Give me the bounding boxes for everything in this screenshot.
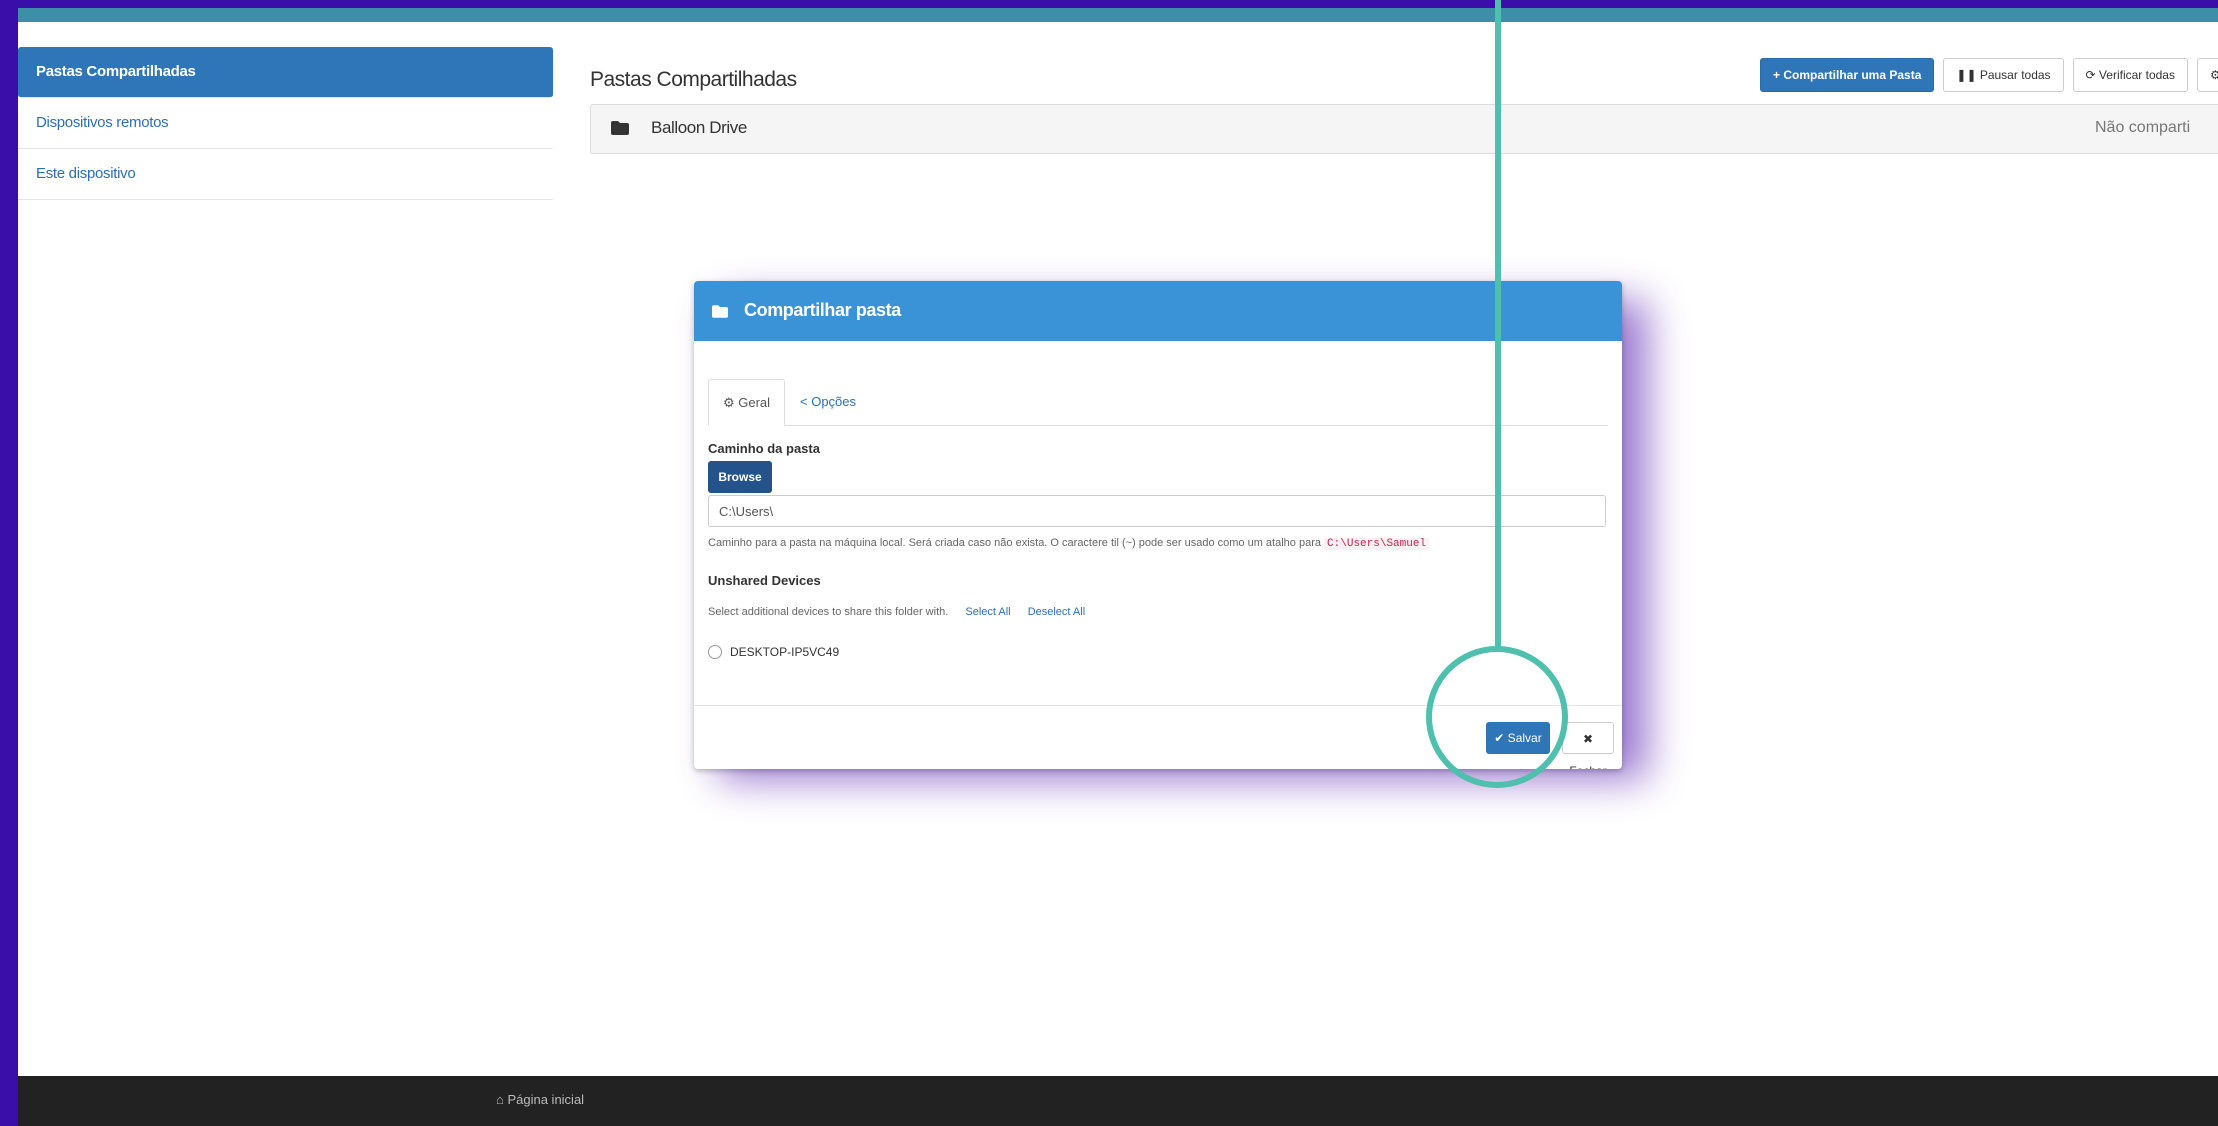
tab-options[interactable]: < Opções [800, 379, 856, 424]
folder-icon [611, 121, 629, 140]
home-link[interactable]: ⌂ Página inicial [496, 1092, 584, 1107]
folder-path-input[interactable] [708, 495, 1606, 527]
sidebar-item-this-device[interactable]: Este dispositivo [18, 149, 553, 200]
dialog-tabs: ⚙ Geral < Opções [708, 379, 1608, 426]
tab-general[interactable]: ⚙ Geral [708, 379, 785, 426]
toolbar: + Compartilhar uma Pasta ❚❚ Pausar todas… [1760, 58, 2218, 92]
annotation-line [1495, 0, 1501, 650]
browse-button[interactable]: Browse [708, 461, 772, 493]
annotation-circle [1426, 646, 1568, 788]
dialog-header: Compartilhar pasta [694, 281, 1622, 341]
verify-all-button[interactable]: ⟳ Verificar todas [2072, 58, 2188, 92]
folder-path-help-code: C:\Users\Samuel [1324, 538, 1430, 550]
folder-path-help: Caminho para a pasta na máquina local. S… [708, 537, 1430, 550]
sidebar: Pastas Compartilhadas Dispositivos remot… [18, 47, 553, 200]
device-name: DESKTOP-IP5VC49 [730, 645, 840, 659]
select-all-link[interactable]: Select All [965, 606, 1010, 618]
folder-name: Balloon Drive [651, 118, 747, 137]
close-button[interactable]: ✖ Fechar [1562, 722, 1614, 769]
folder-path-help-text: Caminho para a pasta na máquina local. S… [708, 537, 1321, 549]
dialog-title: Compartilhar pasta [744, 300, 901, 320]
unshared-devices-label: Unshared Devices [708, 573, 821, 588]
more-button[interactable]: ⚙ Re [2196, 58, 2218, 92]
sidebar-item-shared-folders[interactable]: Pastas Compartilhadas [18, 47, 553, 98]
page-footer: ⌂ Página inicial [18, 1076, 2218, 1126]
sidebar-item-remote-devices[interactable]: Dispositivos remotos [18, 98, 553, 149]
device-checkbox-row[interactable]: DESKTOP-IP5VC49 [708, 645, 839, 659]
deselect-all-link[interactable]: Deselect All [1028, 606, 1085, 618]
select-devices-help: Select additional devices to share this … [708, 606, 1085, 618]
select-devices-help-text: Select additional devices to share this … [708, 606, 949, 618]
folder-row[interactable]: Balloon Drive Não comparti [590, 104, 2218, 154]
top-border [18, 0, 2218, 8]
share-folder-button[interactable]: + Compartilhar uma Pasta [1760, 58, 1935, 92]
folder-status: Não comparti [2095, 119, 2191, 136]
pause-all-button[interactable]: ❚❚ Pausar todas [1943, 58, 2064, 92]
device-checkbox[interactable] [708, 645, 722, 659]
folder-icon [712, 305, 728, 323]
page-title: Pastas Compartilhadas [590, 68, 797, 91]
folder-path-label: Caminho da pasta [708, 441, 820, 456]
app-window: Pastas Compartilhadas Dispositivos remot… [18, 0, 2218, 1126]
